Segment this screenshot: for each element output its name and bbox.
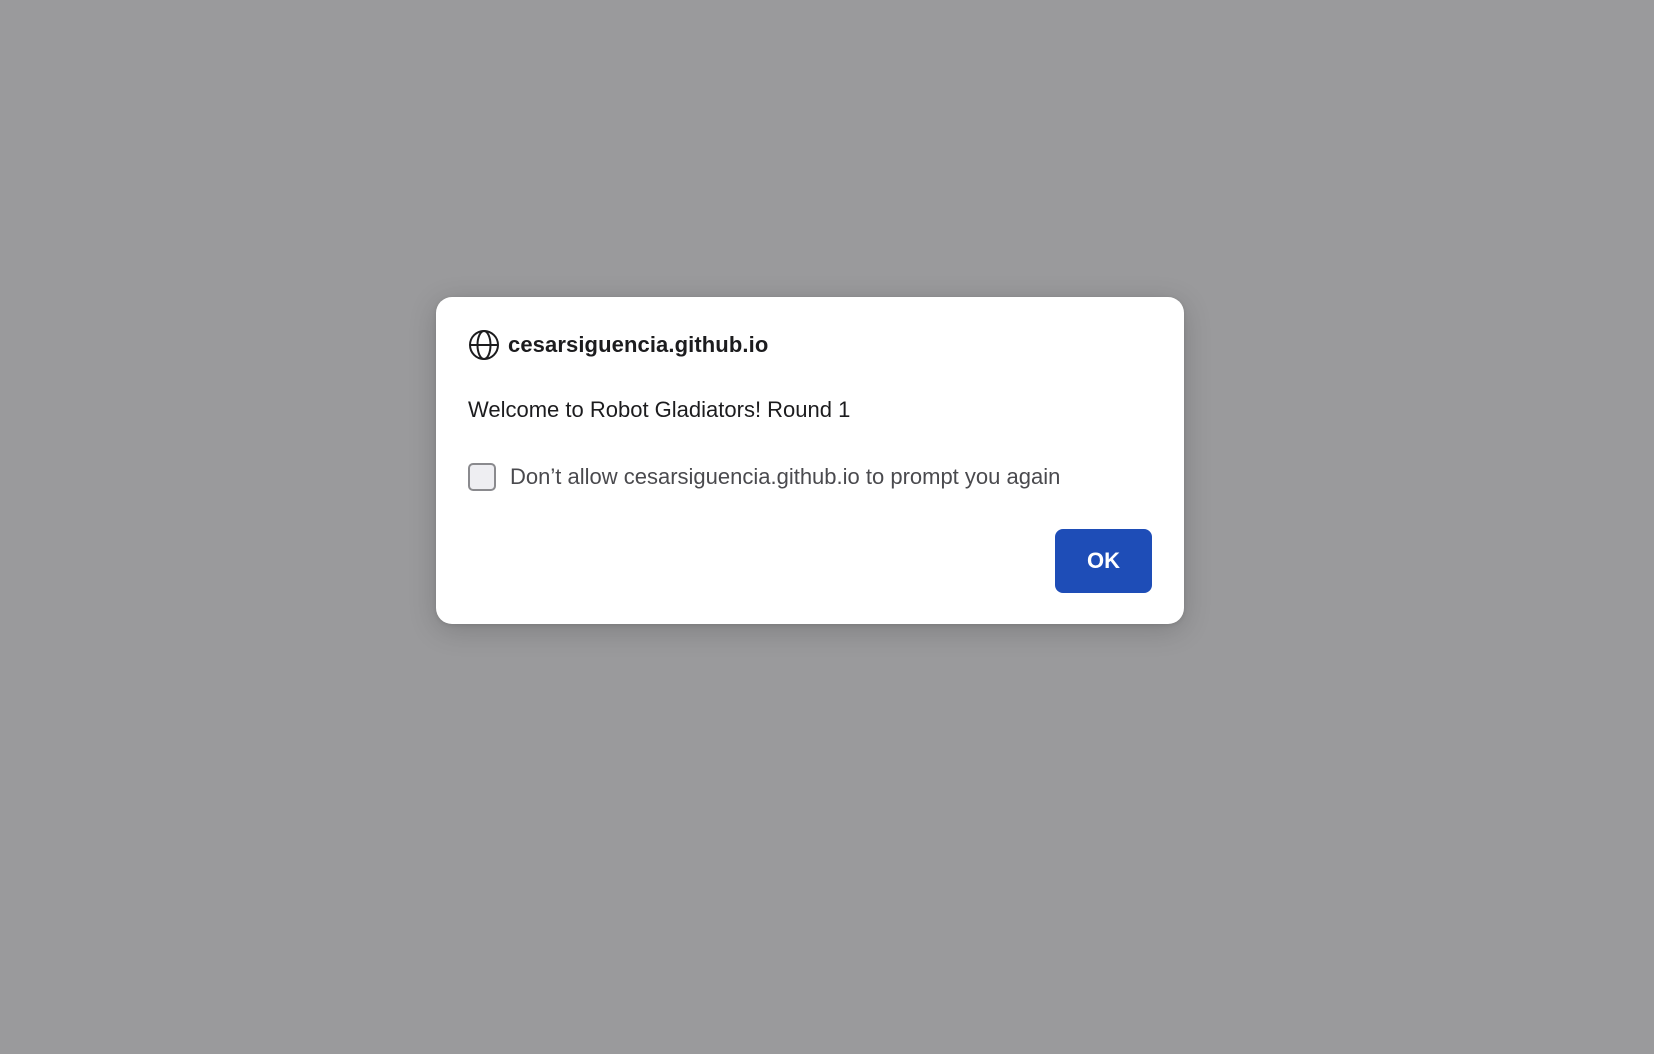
dialog-site-title: cesarsiguencia.github.io <box>508 332 769 357</box>
ok-button[interactable]: OK <box>1055 529 1152 593</box>
alert-dialog: cesarsiguencia.github.io Welcome to Robo… <box>436 297 1184 624</box>
dialog-header: cesarsiguencia.github.io <box>468 329 768 361</box>
prevent-prompts-label[interactable]: Don’t allow cesarsiguencia.github.io to … <box>510 464 1060 490</box>
globe-icon <box>468 329 500 361</box>
prevent-prompts-checkbox[interactable] <box>468 463 496 491</box>
dialog-message: Welcome to Robot Gladiators! Round 1 <box>468 397 851 422</box>
prevent-prompts-row[interactable]: Don’t allow cesarsiguencia.github.io to … <box>468 461 1060 493</box>
